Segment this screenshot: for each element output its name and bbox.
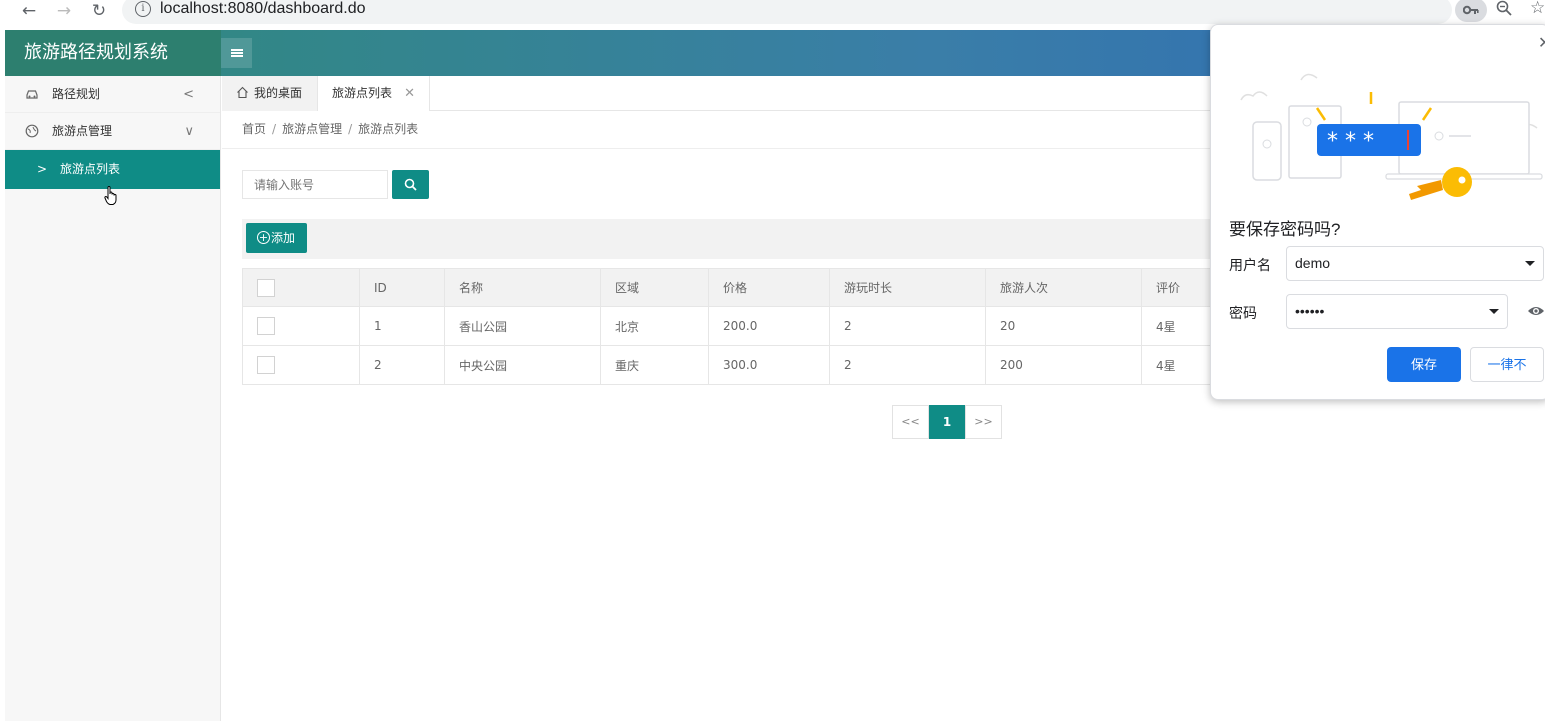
- chevron-left-icon: <: [183, 87, 194, 102]
- select-all-checkbox[interactable]: [257, 278, 275, 297]
- table-cell: 200: [985, 345, 1142, 385]
- table-cell: 2: [359, 345, 445, 385]
- plus-circle-icon: +: [257, 231, 270, 244]
- header-cell: 旅游人次: [985, 268, 1142, 307]
- password-illustration: * * *: [1240, 73, 1543, 200]
- add-button[interactable]: + 添加: [246, 223, 307, 253]
- save-password-button[interactable]: 保存: [1387, 347, 1461, 382]
- hand-cursor-icon: [104, 186, 117, 205]
- breadcrumb: 首页 / 旅游点管理 / 旅游点列表: [242, 120, 418, 137]
- row-checkbox[interactable]: [257, 317, 275, 335]
- table-cell: 200.0: [708, 306, 830, 346]
- table-cell: 重庆: [600, 345, 709, 385]
- chevron-right-icon: >: [37, 162, 48, 176]
- save-password-dialog: ✕ * * * 要保存密码吗? 用户名 demo 密码 •••••• 保存 一律…: [1210, 24, 1545, 400]
- car-icon: [26, 90, 38, 99]
- table-cell: 香山公园: [444, 306, 601, 346]
- illustration-asterisks: * * *: [1327, 129, 1374, 154]
- site-info-icon[interactable]: i: [135, 1, 151, 17]
- tab-spot-list[interactable]: 旅游点列表 ✕: [318, 76, 430, 111]
- tab-label: 我的桌面: [254, 86, 303, 100]
- dropdown-caret-icon: [1489, 309, 1499, 314]
- header-cell: 名称: [444, 268, 601, 307]
- table-row[interactable]: 2 中央公园 重庆 300.0 2 200 4星: [242, 345, 1292, 385]
- search-input[interactable]: [242, 170, 388, 199]
- password-label: 密码: [1229, 305, 1257, 321]
- breadcrumb-separator: /: [348, 122, 353, 136]
- header-cell: 游玩时长: [829, 268, 986, 307]
- menu-toggle-button[interactable]: [221, 38, 252, 68]
- sidebar-subitem-spot-list[interactable]: > 旅游点列表: [5, 150, 220, 189]
- sidebar-item-spot-management[interactable]: 旅游点管理 ∨: [5, 113, 220, 150]
- sidebar-subitem-label: 旅游点列表: [60, 162, 121, 176]
- table-cell: 2: [829, 306, 986, 346]
- password-key-icon[interactable]: [1455, 0, 1487, 22]
- table-header-row: ID 名称 区域 价格 游玩时长 旅游人次 评价: [242, 268, 1292, 307]
- table-cell: 2: [829, 345, 986, 385]
- pager-current-page[interactable]: 1: [929, 405, 965, 439]
- add-button-label: 添加: [271, 231, 296, 245]
- dialog-title: 要保存密码吗?: [1229, 220, 1341, 239]
- table-cell: 20: [985, 306, 1142, 346]
- breadcrumb-spot-list: 旅游点列表: [358, 122, 419, 136]
- never-button[interactable]: 一律不: [1470, 347, 1544, 382]
- table-cell: 中央公园: [444, 345, 601, 385]
- close-icon[interactable]: ✕: [404, 76, 415, 111]
- reload-icon[interactable]: ↻: [88, 0, 110, 22]
- password-select[interactable]: ••••••: [1286, 294, 1508, 329]
- tab-my-desktop[interactable]: 我的桌面: [222, 76, 318, 111]
- data-table: ID 名称 区域 价格 游玩时长 旅游人次 评价 1 香山公园 北京 200.0…: [242, 268, 1292, 385]
- pager-next-button[interactable]: >>: [965, 405, 1002, 439]
- back-arrow-icon[interactable]: ←: [18, 0, 40, 22]
- forward-arrow-icon[interactable]: →: [53, 0, 75, 22]
- pager-prev-button[interactable]: <<: [892, 405, 929, 439]
- header-cell: 价格: [708, 268, 830, 307]
- eye-icon[interactable]: [1527, 304, 1545, 318]
- password-value: ••••••: [1295, 303, 1325, 319]
- table-cell: 1: [359, 306, 445, 346]
- table-cell: 北京: [600, 306, 709, 346]
- breadcrumb-home[interactable]: 首页: [242, 122, 266, 136]
- row-select-cell[interactable]: [242, 306, 360, 346]
- home-icon: [237, 86, 248, 99]
- sidebar-item-route-planning[interactable]: 路径规划 <: [5, 76, 220, 113]
- row-select-cell[interactable]: [242, 345, 360, 385]
- header-cell: ID: [359, 268, 445, 307]
- browser-toolbar: ← → ↻ i localhost:8080/dashboard.do ☆: [0, 0, 1545, 24]
- search-button[interactable]: [392, 170, 429, 199]
- pagination: << 1 >>: [892, 405, 1002, 439]
- sidebar: 路径规划 < 旅游点管理 ∨ > 旅游点列表: [5, 76, 221, 721]
- search-icon: [404, 178, 417, 191]
- sidebar-item-label: 旅游点管理: [52, 124, 113, 138]
- row-checkbox[interactable]: [257, 356, 275, 374]
- username-value: demo: [1295, 255, 1331, 271]
- table-cell: 300.0: [708, 345, 830, 385]
- chevron-down-icon: ∨: [184, 124, 194, 139]
- zoom-icon[interactable]: [1496, 0, 1512, 20]
- header-select-all[interactable]: [242, 268, 360, 307]
- username-label: 用户名: [1229, 257, 1271, 273]
- sidebar-item-label: 路径规划: [52, 87, 101, 101]
- breadcrumb-spot-management[interactable]: 旅游点管理: [282, 122, 342, 136]
- dropdown-caret-icon: [1525, 261, 1535, 266]
- bookmark-star-icon[interactable]: ☆: [1530, 0, 1545, 18]
- header-cell: 区域: [600, 268, 709, 307]
- table-row[interactable]: 1 香山公园 北京 200.0 2 20 4星: [242, 306, 1292, 346]
- username-select[interactable]: demo: [1286, 246, 1544, 281]
- globe-icon: [25, 124, 39, 138]
- hamburger-icon: [230, 49, 243, 57]
- app-title: 旅游路径规划系统: [5, 30, 221, 76]
- tab-label: 旅游点列表: [332, 86, 393, 100]
- breadcrumb-separator: /: [272, 122, 277, 136]
- url-text[interactable]: localhost:8080/dashboard.do: [160, 0, 366, 18]
